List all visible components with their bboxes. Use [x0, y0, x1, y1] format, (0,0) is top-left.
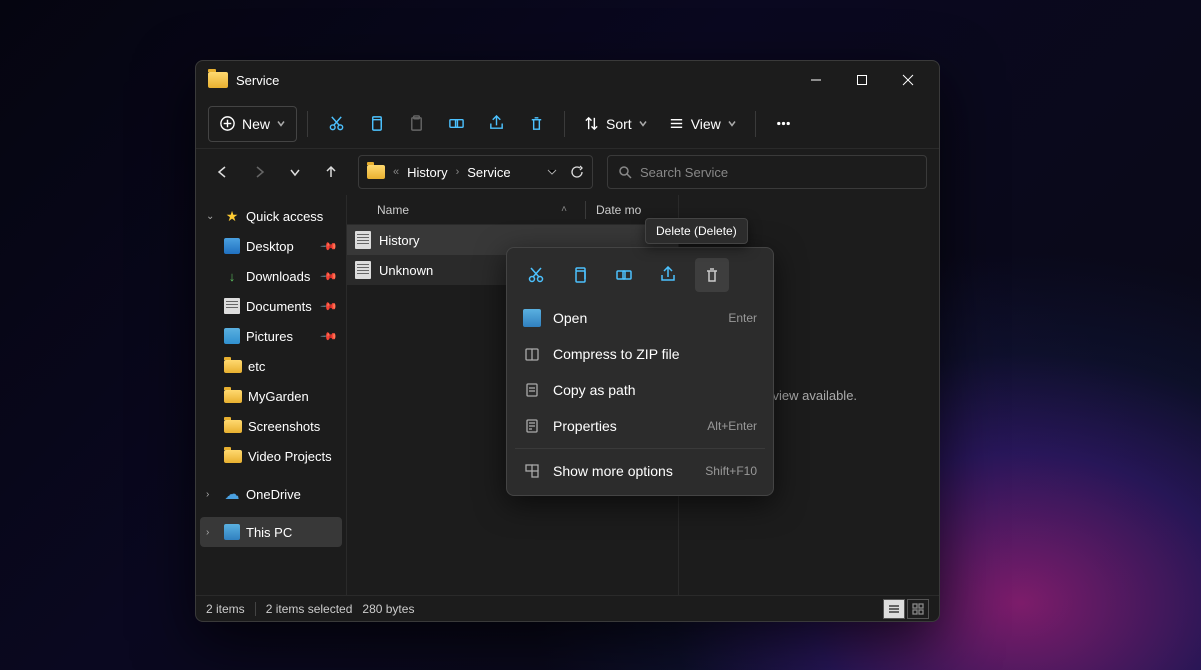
- sidebar-item-documents[interactable]: ·Documents📌: [200, 291, 342, 321]
- details-view-button[interactable]: [883, 599, 905, 619]
- address-bar[interactable]: « History › Service: [358, 155, 593, 189]
- pc-icon: [224, 524, 240, 540]
- context-menu-iconrow: [513, 254, 767, 300]
- sort-button[interactable]: Sort: [575, 106, 656, 142]
- file-icon: [355, 231, 371, 249]
- sidebar-item-onedrive[interactable]: ›OneDrive: [200, 479, 342, 509]
- search-input[interactable]: Search Service: [607, 155, 927, 189]
- cm-copy-button[interactable]: [563, 258, 597, 292]
- sort-label: Sort: [606, 116, 632, 132]
- file-name: Unknown: [379, 263, 433, 278]
- pin-icon: 📌: [320, 327, 339, 346]
- sidebar-item-pictures[interactable]: ·Pictures📌: [200, 321, 342, 351]
- more-options-icon: [523, 463, 541, 479]
- toolbar: New Sort View: [196, 99, 939, 149]
- copy-button[interactable]: [358, 106, 394, 142]
- preview-empty-text: review available.: [761, 388, 857, 403]
- status-items: 2 items: [206, 602, 245, 616]
- thumbnails-view-button[interactable]: [907, 599, 929, 619]
- chevron-down-icon[interactable]: [546, 166, 558, 178]
- view-button[interactable]: View: [660, 106, 745, 142]
- search-icon: [618, 165, 632, 179]
- minimize-button[interactable]: [793, 64, 839, 96]
- pictures-icon: [224, 328, 240, 344]
- context-menu-separator: [515, 448, 765, 449]
- desktop-icon: [224, 238, 240, 254]
- navigation-row: « History › Service Search Service: [196, 149, 939, 195]
- folder-icon: [224, 420, 242, 433]
- forward-button[interactable]: [244, 157, 274, 187]
- refresh-icon[interactable]: [570, 165, 584, 179]
- pin-icon: 📌: [320, 267, 339, 286]
- zip-icon: [523, 346, 541, 362]
- sidebar-item-downloads[interactable]: ·Downloads📌: [200, 261, 342, 291]
- breadcrumb-prefix: «: [393, 166, 399, 178]
- sidebar: ⌄Quick access ·Desktop📌 ·Downloads📌 ·Doc…: [196, 195, 346, 595]
- context-menu: Open Enter Compress to ZIP file Copy as …: [506, 247, 774, 496]
- sidebar-item-screenshots[interactable]: ·Screenshots: [200, 411, 342, 441]
- cm-rename-button[interactable]: [607, 258, 641, 292]
- titlebar[interactable]: Service: [196, 61, 939, 99]
- properties-icon: [523, 418, 541, 434]
- file-icon: [355, 261, 371, 279]
- folder-icon: [224, 360, 242, 373]
- up-button[interactable]: [316, 157, 346, 187]
- cm-delete-button[interactable]: [695, 258, 729, 292]
- cloud-icon: [224, 486, 240, 502]
- pin-icon: 📌: [320, 237, 339, 256]
- column-name[interactable]: Name: [377, 203, 409, 217]
- cm-properties[interactable]: Properties Alt+Enter: [513, 408, 767, 444]
- recent-button[interactable]: [280, 157, 310, 187]
- status-bar: 2 items 2 items selected 280 bytes: [196, 595, 939, 621]
- cm-compress-zip[interactable]: Compress to ZIP file: [513, 336, 767, 372]
- view-label: View: [691, 116, 721, 132]
- download-icon: [224, 268, 240, 284]
- new-button[interactable]: New: [208, 106, 297, 142]
- view-toggle: [883, 599, 929, 619]
- back-button[interactable]: [208, 157, 238, 187]
- sidebar-item-etc[interactable]: ·etc: [200, 351, 342, 381]
- folder-icon: [208, 72, 228, 88]
- window-title: Service: [236, 73, 279, 88]
- cut-button[interactable]: [318, 106, 354, 142]
- more-button[interactable]: [766, 106, 802, 142]
- share-button[interactable]: [478, 106, 514, 142]
- pin-icon: 📌: [320, 297, 339, 316]
- sidebar-item-thispc[interactable]: ›This PC: [200, 517, 342, 547]
- new-label: New: [242, 116, 270, 132]
- delete-button[interactable]: [518, 106, 554, 142]
- folder-icon: [224, 450, 242, 463]
- cm-show-more-options[interactable]: Show more options Shift+F10: [513, 453, 767, 489]
- file-name: History: [379, 233, 419, 248]
- column-header[interactable]: Name ˄ Date mo: [347, 195, 678, 225]
- copy-path-icon: [523, 382, 541, 398]
- status-size: 280 bytes: [362, 602, 414, 616]
- open-icon: [523, 309, 541, 327]
- sidebar-item-quick-access[interactable]: ⌄Quick access: [200, 201, 342, 231]
- rename-button[interactable]: [438, 106, 474, 142]
- folder-icon: [367, 165, 385, 179]
- chevron-right-icon: ›: [456, 166, 460, 178]
- star-icon: [224, 208, 240, 224]
- cm-copy-as-path[interactable]: Copy as path: [513, 372, 767, 408]
- cm-cut-button[interactable]: [519, 258, 553, 292]
- sort-indicator-icon: ˄: [561, 204, 567, 215]
- status-selected: 2 items selected: [266, 602, 353, 616]
- sidebar-item-videoprojects[interactable]: ·Video Projects: [200, 441, 342, 471]
- maximize-button[interactable]: [839, 64, 885, 96]
- breadcrumb-seg-history[interactable]: History: [407, 165, 447, 180]
- folder-icon: [224, 390, 242, 403]
- close-button[interactable]: [885, 64, 931, 96]
- cm-share-button[interactable]: [651, 258, 685, 292]
- breadcrumb-seg-service[interactable]: Service: [467, 165, 510, 180]
- document-icon: [224, 298, 240, 314]
- delete-tooltip: Delete (Delete): [645, 218, 748, 244]
- cm-open[interactable]: Open Enter: [513, 300, 767, 336]
- search-placeholder: Search Service: [640, 165, 728, 180]
- sidebar-item-desktop[interactable]: ·Desktop📌: [200, 231, 342, 261]
- paste-button[interactable]: [398, 106, 434, 142]
- column-date[interactable]: Date mo: [596, 203, 641, 217]
- sidebar-item-mygarden[interactable]: ·MyGarden: [200, 381, 342, 411]
